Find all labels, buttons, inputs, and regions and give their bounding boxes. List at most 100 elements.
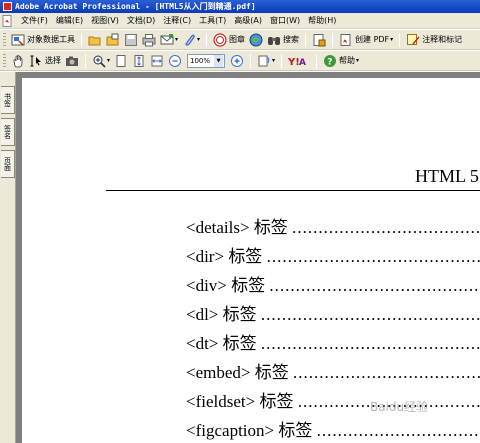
toc-tag: <embed>: [186, 363, 251, 382]
chevron-down-icon[interactable]: ▾: [272, 57, 275, 64]
select-tool-label: 选择: [45, 56, 61, 65]
printer-icon: [142, 33, 156, 46]
object-data-tool-button[interactable]: 对象数据工具: [9, 31, 77, 49]
page-header: HTML 5: [415, 166, 479, 186]
save-button[interactable]: [122, 31, 140, 49]
toc-entry[interactable]: <embed> 标签 .............................…: [186, 358, 480, 383]
stamp-button[interactable]: 图章: [211, 31, 247, 49]
document-view[interactable]: HTML 5 <details> 标签 ....................…: [16, 72, 480, 443]
text-cursor-icon: [30, 55, 41, 66]
snapshot-button[interactable]: [63, 52, 81, 70]
toolbar-grip[interactable]: [3, 53, 6, 68]
chevron-down-icon[interactable]: ▼: [214, 54, 224, 67]
select-tool-button[interactable]: 选择: [27, 52, 63, 70]
fit-width-icon: [151, 55, 163, 66]
menu-help[interactable]: 帮助(H): [304, 14, 340, 28]
attach-button[interactable]: ▾: [180, 31, 202, 49]
toc-word: 标签: [222, 334, 257, 353]
svg-text:A: A: [299, 58, 306, 68]
zoom-out-button[interactable]: [166, 52, 184, 70]
comment-markup-button[interactable]: 注释和标记: [404, 31, 464, 49]
rotate-view-button[interactable]: ▾: [255, 52, 277, 70]
email-icon: [160, 33, 174, 44]
pdf-document-icon[interactable]: [2, 14, 13, 27]
yahoo-search-button[interactable]: Y! A: [286, 52, 312, 70]
toc-entry[interactable]: <details> 标签 ...........................…: [186, 213, 480, 238]
web-button[interactable]: [247, 31, 265, 49]
create-pdf-label: 创建 PDF: [355, 35, 390, 44]
zoom-level-value: 100%: [190, 56, 211, 65]
email-button[interactable]: ▾: [158, 31, 180, 49]
toc-tag: <dt>: [186, 334, 219, 353]
chevron-down-icon[interactable]: ▾: [390, 36, 393, 43]
tab-pages[interactable]: 页面: [1, 150, 15, 178]
tab-signatures[interactable]: 签名: [1, 118, 15, 146]
chevron-down-icon[interactable]: ▾: [356, 57, 359, 64]
toolbar-grip[interactable]: [3, 32, 6, 47]
comment-markup-label: 注释和标记: [422, 35, 463, 44]
title-bar: Adobe Acrobat Professional - [HTML5从入门到精…: [0, 0, 480, 13]
search-button[interactable]: 搜索: [265, 31, 301, 49]
zoom-in-button[interactable]: [228, 52, 246, 70]
toc-word: 标签: [253, 218, 288, 237]
header-rule: [106, 190, 480, 191]
toc-entry[interactable]: <dir> 标签 ...............................…: [186, 242, 480, 267]
zoom-out-icon: [169, 54, 182, 67]
toc-entry[interactable]: <dl> 标签 ................................…: [186, 300, 480, 325]
help-button[interactable]: ? 帮助 ▾: [321, 52, 361, 70]
menu-view[interactable]: 视图(V): [87, 14, 123, 28]
toc-word: 标签: [278, 421, 313, 440]
toolbar-separator: [305, 32, 307, 47]
tab-bookmarks[interactable]: 书签: [1, 86, 15, 114]
chevron-down-icon[interactable]: ▾: [197, 36, 200, 43]
toc-entry[interactable]: <div> 标签 ...............................…: [186, 271, 480, 296]
globe-icon: [249, 33, 263, 46]
menu-file[interactable]: 文件(F): [17, 14, 52, 28]
search-label: 搜索: [283, 35, 300, 44]
open-button[interactable]: [86, 31, 104, 49]
actual-size-button[interactable]: [112, 52, 130, 70]
menu-tools[interactable]: 工具(T): [195, 14, 230, 28]
toc-word: 标签: [222, 305, 257, 324]
fit-page-icon: [134, 54, 144, 67]
toc-leader: ........................................…: [260, 305, 480, 324]
toolbar-separator: [332, 32, 334, 47]
toc-entry[interactable]: <fieldset> 标签 ..........................…: [186, 387, 480, 412]
fit-width-button[interactable]: [148, 52, 166, 70]
toc-entry[interactable]: <dt> 标签 ................................…: [186, 329, 480, 354]
toolbar-separator: [316, 53, 318, 68]
menu-comments[interactable]: 注释(C): [159, 14, 195, 28]
paperclip-icon: [185, 34, 195, 46]
toolbar-separator: [206, 32, 208, 47]
hand-tool-button[interactable]: [9, 52, 27, 70]
toc-leader: ........................................…: [292, 218, 480, 237]
security-button[interactable]: [310, 31, 328, 49]
comment-note-icon: [407, 33, 420, 45]
menu-window[interactable]: 窗口(W): [266, 14, 304, 28]
toc-entry[interactable]: <figcaption> 标签 ........................…: [186, 416, 480, 441]
pdf-page: HTML 5 <details> 标签 ....................…: [22, 78, 480, 443]
chevron-down-icon[interactable]: ▾: [107, 57, 110, 64]
toc-leader: ........................................…: [260, 334, 480, 353]
zoom-magnifier-icon: [93, 55, 106, 68]
toc-tag: <dl>: [186, 305, 219, 324]
toolbar-separator: [250, 53, 252, 68]
toolbar-separator: [281, 53, 283, 68]
menu-edit[interactable]: 编辑(E): [52, 14, 87, 28]
binoculars-icon: [268, 36, 281, 45]
create-folder-button[interactable]: [104, 31, 122, 49]
zoom-level-field[interactable]: 100% ▼: [187, 53, 226, 68]
chevron-down-icon[interactable]: ▾: [175, 36, 178, 43]
menu-bar: 文件(F) 编辑(E) 视图(V) 文档(D) 注释(C) 工具(T) 高级(A…: [0, 13, 480, 29]
menu-advanced[interactable]: 高级(A): [230, 14, 266, 28]
zoom-tool-button[interactable]: ▾: [90, 52, 112, 70]
help-icon: ?: [324, 54, 337, 67]
toc-leader: ........................................…: [266, 247, 480, 266]
menu-document[interactable]: 文档(D): [123, 14, 159, 28]
fit-page-button[interactable]: [130, 52, 148, 70]
save-disk-icon: [125, 33, 137, 46]
yahoo-logo-icon: Y! A: [288, 57, 306, 68]
print-button[interactable]: [140, 31, 158, 49]
camera-icon: [66, 56, 78, 66]
create-pdf-button[interactable]: 创建 PDF ▾: [337, 31, 395, 49]
